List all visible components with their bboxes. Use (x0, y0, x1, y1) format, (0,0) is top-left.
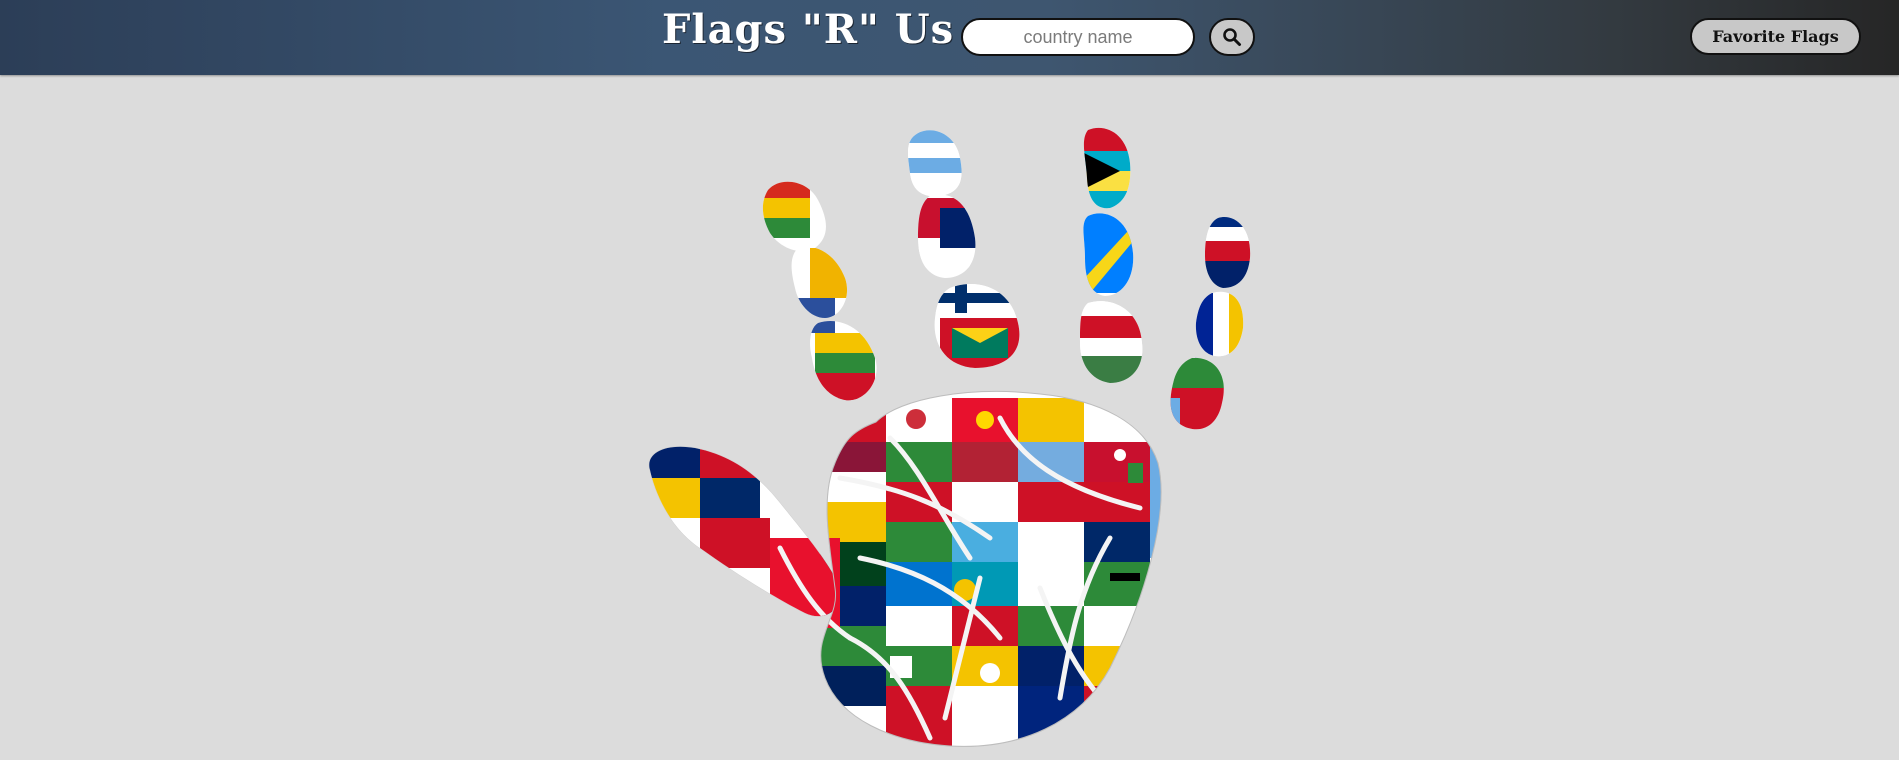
top-navbar: Flags "R" Us Favorite Flags (0, 0, 1899, 75)
search-button[interactable] (1209, 18, 1255, 56)
country-search-input[interactable] (961, 18, 1195, 56)
favorite-flags-button[interactable]: Favorite Flags (1690, 18, 1861, 55)
flag-handprint-graphic (648, 127, 1251, 747)
site-title[interactable]: Flags "R" Us (662, 6, 954, 53)
search-icon (1223, 28, 1241, 46)
flag-handprint-image (640, 118, 1280, 750)
